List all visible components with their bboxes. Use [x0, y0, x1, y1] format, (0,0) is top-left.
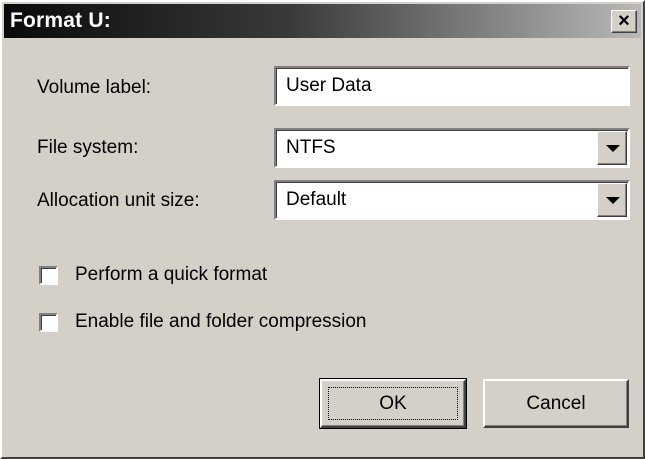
file-system-select[interactable]: NTFS [274, 128, 630, 168]
file-system-value: NTFS [286, 137, 336, 158]
dialog-title: Format U: [10, 9, 111, 32]
file-system-dropdown-arrow-icon[interactable] [597, 131, 627, 165]
file-system-label: File system: [37, 137, 139, 158]
volume-label-value: User Data [286, 75, 372, 96]
quick-format-option[interactable]: Perform a quick format [39, 264, 267, 286]
cancel-button-label: Cancel [526, 392, 586, 414]
format-dialog: Format U: × Volume label: User Data File… [0, 0, 645, 459]
compression-label: Enable file and folder compression [75, 311, 367, 332]
allocation-unit-size-dropdown-arrow-icon[interactable] [597, 183, 627, 217]
close-button[interactable]: × [611, 10, 637, 33]
volume-label-label: Volume label: [37, 77, 152, 98]
allocation-unit-size-select[interactable]: Default [274, 180, 630, 220]
focus-rectangle [328, 387, 458, 420]
quick-format-checkbox[interactable] [39, 265, 58, 285]
volume-label-input[interactable]: User Data [274, 66, 630, 106]
compression-checkbox[interactable] [39, 312, 58, 332]
cancel-button[interactable]: Cancel [483, 379, 629, 428]
quick-format-label: Perform a quick format [75, 264, 268, 285]
allocation-unit-size-value: Default [286, 189, 347, 210]
compression-option[interactable]: Enable file and folder compression [39, 311, 367, 333]
allocation-unit-size-label: Allocation unit size: [37, 190, 200, 211]
ok-button[interactable]: OK [319, 378, 467, 429]
close-icon: × [618, 10, 630, 32]
title-bar[interactable]: Format U: × [4, 4, 641, 38]
